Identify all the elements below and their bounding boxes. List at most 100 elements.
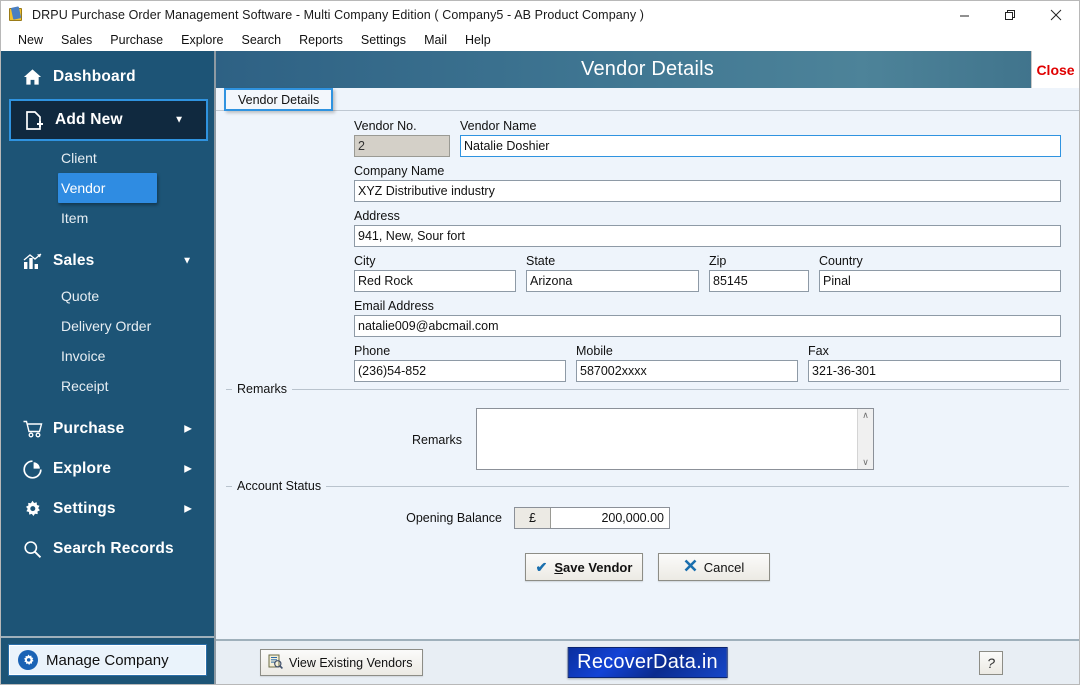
form-area: Vendor No. 2 Vendor Name Natalie Doshier… (216, 111, 1079, 639)
scroll-up-icon[interactable]: ∧ (862, 411, 869, 420)
sidebar-item-label: Sales (53, 252, 95, 269)
body-split: Dashboard Add New ▼ Client Vendor Item S… (1, 51, 1079, 684)
close-button[interactable] (1033, 1, 1079, 29)
state-input[interactable]: Arizona (526, 270, 699, 292)
currency-symbol: £ (515, 508, 551, 528)
sidebar-item-delivery-order[interactable]: Delivery Order (1, 311, 214, 341)
close-panel-button[interactable]: Close (1031, 51, 1079, 88)
sidebar-item-client[interactable]: Client (1, 143, 214, 173)
vendor-no-input[interactable]: 2 (354, 135, 450, 157)
phone-mobile-fax-row: Phone (236)54-852 Mobile 587002xxxx Fax … (354, 344, 1061, 382)
opening-balance-field[interactable]: £ 200,000.00 (514, 507, 670, 529)
main-panel: Vendor Details Close Vendor Details Vend… (216, 51, 1079, 684)
minimize-button[interactable] (941, 1, 987, 29)
email-cell: Email Address natalie009@abcmail.com (354, 299, 1061, 337)
zip-cell: Zip 85145 (709, 254, 809, 292)
status-bar: View Existing Vendors RecoverData.in ? (216, 639, 1079, 684)
view-existing-vendors-button[interactable]: View Existing Vendors (260, 649, 424, 676)
remarks-textarea[interactable]: ∧ ∨ (476, 408, 874, 470)
zip-input[interactable]: 85145 (709, 270, 809, 292)
save-vendor-button[interactable]: ✔ Save Vendor (525, 553, 643, 581)
page-title: Vendor Details (581, 58, 714, 80)
menu-mail[interactable]: Mail (415, 31, 456, 49)
sidebar-item-dashboard[interactable]: Dashboard (1, 57, 214, 97)
sidebar-item-vendor[interactable]: Vendor (58, 173, 157, 203)
x-icon (684, 559, 697, 575)
window-title: DRPU Purchase Order Management Software … (32, 8, 645, 22)
sidebar-item-receipt[interactable]: Receipt (1, 371, 214, 401)
mobile-label: Mobile (576, 344, 613, 358)
remarks-field-label: Remarks (411, 433, 462, 447)
menu-sales[interactable]: Sales (52, 31, 101, 49)
sidebar-item-item[interactable]: Item (1, 203, 214, 233)
sidebar-sub-label: Receipt (61, 378, 109, 394)
tab-vendor-details[interactable]: Vendor Details (224, 88, 334, 111)
sidebar-item-purchase[interactable]: Purchase ▶ (1, 409, 214, 449)
menu-explore[interactable]: Explore (172, 31, 232, 49)
city-input[interactable]: Red Rock (354, 270, 516, 292)
sidebar-item-invoice[interactable]: Invoice (1, 341, 214, 371)
address-input[interactable]: 941, New, Sour fort (354, 225, 1061, 247)
sidebar-item-search-records[interactable]: Search Records (1, 529, 214, 569)
email-label: Email Address (354, 299, 434, 313)
menu-settings[interactable]: Settings (352, 31, 415, 49)
save-accel-letter: S (554, 559, 564, 575)
company-name-cell: Company Name XYZ Distributive industry (354, 164, 1061, 202)
sidebar-item-settings[interactable]: Settings ▶ (1, 489, 214, 529)
check-icon: ✔ (535, 558, 548, 575)
help-button[interactable]: ? (979, 650, 1003, 675)
vendor-no-name-row: Vendor No. 2 Vendor Name Natalie Doshier (354, 119, 1061, 157)
sidebar-item-label: Explore (53, 460, 112, 477)
state-cell: State Arizona (526, 254, 699, 292)
cancel-label: Cancel (703, 559, 745, 575)
remarks-row: Remarks ∧ ∨ (226, 400, 1069, 480)
scroll-down-icon[interactable]: ∨ (862, 458, 869, 467)
address-label: Address (354, 209, 400, 223)
menu-search[interactable]: Search (233, 31, 291, 49)
maximize-restore-button[interactable] (987, 1, 1033, 29)
action-buttons: ✔ Save Vendor Cancel (216, 541, 1079, 581)
sidebar-item-sales[interactable]: Sales ▼ (1, 241, 214, 281)
fax-input[interactable]: 321-36-301 (808, 360, 1061, 382)
mobile-cell: Mobile 587002xxxx (576, 344, 798, 382)
phone-cell: Phone (236)54-852 (354, 344, 566, 382)
remarks-group-title: Remarks (232, 382, 293, 396)
save-rest-label: ave Vendor (563, 559, 633, 575)
add-document-icon (25, 110, 55, 130)
menu-reports[interactable]: Reports (290, 31, 352, 49)
cancel-button[interactable]: Cancel (658, 553, 770, 581)
menu-purchase[interactable]: Purchase (101, 31, 172, 49)
sidebar-item-label: Add New (55, 111, 123, 128)
remarks-scrollbar[interactable]: ∧ ∨ (857, 409, 873, 469)
sidebar-item-label: Purchase (53, 420, 125, 437)
home-icon (23, 68, 53, 86)
sidebar-item-quote[interactable]: Quote (1, 281, 214, 311)
sidebar-item-explore[interactable]: Explore ▶ (1, 449, 214, 489)
vendor-name-input[interactable]: Natalie Doshier (460, 135, 1061, 157)
address-cell: Address 941, New, Sour fort (354, 209, 1061, 247)
menu-new[interactable]: New (9, 31, 52, 49)
sidebar-sub-label: Delivery Order (61, 318, 152, 334)
window-controls (941, 1, 1079, 29)
country-input[interactable]: Pinal (819, 270, 1061, 292)
chevron-down-icon: ▼ (182, 255, 192, 267)
email-input[interactable]: natalie009@abcmail.com (354, 315, 1061, 337)
chevron-right-icon: ▶ (184, 423, 192, 435)
vendor-fields: Vendor No. 2 Vendor Name Natalie Doshier… (216, 111, 1079, 382)
mobile-input[interactable]: 587002xxxx (576, 360, 798, 382)
menu-help[interactable]: Help (456, 31, 500, 49)
company-name-input[interactable]: XYZ Distributive industry (354, 180, 1061, 202)
opening-balance-input[interactable]: 200,000.00 (551, 508, 669, 528)
opening-balance-label: Opening Balance (406, 511, 502, 525)
manage-company-button[interactable]: Manage Company (8, 644, 207, 676)
chevron-down-icon: ▼ (174, 114, 184, 126)
tab-strip: Vendor Details (216, 88, 1079, 111)
phone-input[interactable]: (236)54-852 (354, 360, 566, 382)
chevron-right-icon: ▶ (184, 463, 192, 475)
sidebar-scroll: Dashboard Add New ▼ Client Vendor Item S… (1, 51, 214, 636)
sidebar-item-add-new[interactable]: Add New ▼ (9, 99, 208, 141)
gear-icon (23, 500, 53, 519)
zip-label: Zip (709, 254, 727, 268)
chart-icon (23, 253, 53, 270)
